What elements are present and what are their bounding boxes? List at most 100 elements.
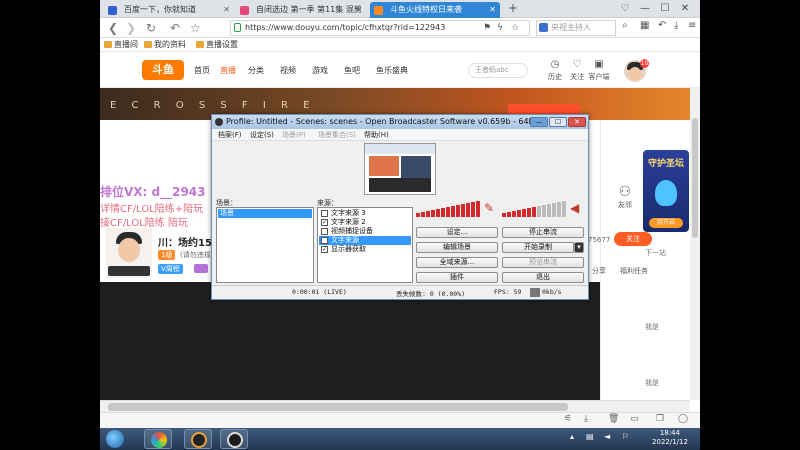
- streamer-avatar[interactable]: [106, 228, 152, 278]
- guard-button[interactable]: 待开启: [649, 218, 683, 228]
- menu-help[interactable]: 帮助(H): [364, 130, 389, 140]
- tab-baidu[interactable]: 百度一下，你就知道 ✕: [104, 2, 234, 18]
- speaker-icon[interactable]: ⚟: [564, 414, 572, 424]
- bookmark-star-icon[interactable]: ☆: [511, 21, 519, 35]
- maximize-icon[interactable]: ☐: [656, 1, 674, 16]
- desktop-volume-meter[interactable]: [502, 199, 568, 217]
- stop-stream-button[interactable]: 停止串流: [502, 227, 584, 238]
- network-icon[interactable]: ▤: [586, 432, 594, 441]
- obs-minimize-button[interactable]: —: [530, 117, 548, 127]
- bookmark-item[interactable]: 直播设置: [196, 39, 238, 50]
- shield-icon[interactable]: ⚑: [483, 21, 491, 35]
- preview-stream-button[interactable]: 预览串流: [502, 257, 584, 268]
- vertical-scrollbar[interactable]: [690, 88, 700, 400]
- obs-titlebar[interactable]: Profile: Untitled - Scenes: scenes - Ope…: [212, 115, 588, 129]
- nav-live[interactable]: 直播: [220, 65, 236, 76]
- menu-scene-collection[interactable]: 场景集合(S): [318, 130, 356, 140]
- tab-douyu[interactable]: 斗鱼火线特权日来袭 ✕: [370, 2, 500, 18]
- speaker-icon[interactable]: ◀: [570, 201, 579, 215]
- clock[interactable]: 18:44 2022/1/12: [646, 429, 694, 447]
- friends-button[interactable]: ⚇ 友邻: [609, 184, 641, 210]
- source-checkbox[interactable]: [321, 210, 328, 217]
- chevron-down-icon[interactable]: ▾: [574, 242, 584, 253]
- menu-settings[interactable]: 设定(S): [250, 130, 274, 140]
- exit-button[interactable]: 退出: [502, 272, 584, 283]
- close-icon[interactable]: ✕: [355, 2, 362, 18]
- forward-icon[interactable]: ❯: [126, 20, 136, 36]
- download-icon[interactable]: ⤓: [674, 20, 678, 31]
- nav-yuba[interactable]: 鱼吧: [344, 65, 360, 76]
- source-item[interactable]: 文字来源 3: [319, 209, 411, 218]
- obs-close-button[interactable]: ✕: [568, 117, 586, 127]
- history-button[interactable]: ◷ 历史: [544, 58, 566, 82]
- scene-item[interactable]: 场景: [218, 209, 312, 218]
- nav-video[interactable]: 视频: [280, 65, 296, 76]
- bookmark-item[interactable]: 我的资料: [144, 39, 186, 50]
- nav-category[interactable]: 分类: [248, 65, 264, 76]
- new-tab-button[interactable]: +: [508, 1, 518, 15]
- tab-video[interactable]: 自闭选边 第一季 第11集 混剪 ✕: [236, 2, 366, 18]
- star-icon[interactable]: ☆: [190, 20, 201, 36]
- close-window-icon[interactable]: ✕: [676, 1, 694, 16]
- taskbar-browser[interactable]: [144, 429, 172, 449]
- menu-scene[interactable]: 场景(P): [282, 130, 306, 140]
- plugins-button[interactable]: 插件: [416, 272, 498, 283]
- skin-icon[interactable]: ♡: [616, 1, 634, 16]
- menu-file[interactable]: 档案(F): [218, 130, 242, 140]
- douyu-search-input[interactable]: 王者蚂abc: [468, 63, 528, 78]
- tray-up-icon[interactable]: ▴: [570, 432, 574, 441]
- fan-badge[interactable]: V周榜: [158, 264, 183, 274]
- screenshot-icon[interactable]: ▭: [630, 414, 639, 424]
- window-icon[interactable]: ❐: [656, 414, 664, 424]
- microphone-icon[interactable]: ✎: [484, 201, 494, 215]
- source-checkbox[interactable]: ✓: [321, 219, 328, 226]
- share-button[interactable]: 分享: [592, 266, 606, 276]
- volume-icon[interactable]: ◄: [604, 432, 610, 441]
- nav-game[interactable]: 游戏: [312, 65, 328, 76]
- start-button[interactable]: [106, 430, 124, 448]
- close-icon[interactable]: ✕: [489, 2, 496, 18]
- follow-button[interactable]: 关注: [614, 232, 652, 246]
- nav-home[interactable]: 首页: [194, 65, 210, 76]
- welfare-task-button[interactable]: 福利任务: [620, 266, 648, 276]
- douyu-logo[interactable]: 斗鱼: [142, 60, 184, 80]
- obs-maximize-button[interactable]: ☐: [549, 117, 567, 127]
- flag-icon[interactable]: ⚐: [622, 432, 629, 441]
- taskbar-obs[interactable]: [220, 429, 248, 449]
- client-button[interactable]: ▣ 客户端: [588, 58, 610, 82]
- source-checkbox[interactable]: ✓: [321, 237, 328, 244]
- scroll-thumb[interactable]: [108, 403, 568, 411]
- close-icon[interactable]: ✕: [223, 2, 230, 18]
- search-input[interactable]: 央视主持人: [536, 20, 616, 36]
- settings-button[interactable]: 设定...: [416, 227, 498, 238]
- source-list[interactable]: 文字来源 3 ✓ 文字来源 2 视频捕捉设备 ✓ 文字来源 ✓ 显示器获取: [317, 207, 413, 283]
- source-item[interactable]: ✓ 文字来源 2: [319, 218, 411, 227]
- apps-icon[interactable]: ▦: [640, 20, 649, 31]
- source-item[interactable]: 视频捕捉设备: [319, 227, 411, 236]
- start-recording-button[interactable]: 开始录制: [502, 242, 574, 253]
- guard-altar[interactable]: 守护圣坛 待开启: [643, 150, 689, 232]
- edit-scene-button[interactable]: 编辑场景: [416, 242, 498, 253]
- source-item[interactable]: ✓ 显示器获取: [319, 245, 411, 254]
- scroll-thumb[interactable]: [692, 118, 698, 238]
- follow-header-button[interactable]: ♡ 关注: [566, 58, 588, 82]
- horizontal-scrollbar[interactable]: [100, 400, 690, 412]
- taskbar-app[interactable]: [184, 429, 212, 449]
- lightning-icon[interactable]: ϟ: [497, 21, 503, 35]
- source-item[interactable]: ✓ 文字来源: [319, 236, 411, 245]
- undo-close-icon[interactable]: ↶: [658, 20, 666, 31]
- global-sources-button[interactable]: 全域来源...: [416, 257, 498, 268]
- zoom-icon[interactable]: ◯: [678, 414, 688, 424]
- bookmark-item[interactable]: 直播间: [104, 39, 138, 50]
- menu-icon[interactable]: ≡: [688, 20, 696, 31]
- back-icon[interactable]: ❮: [108, 20, 118, 36]
- source-checkbox[interactable]: ✓: [321, 246, 328, 253]
- nav-festival[interactable]: 鱼乐盛典: [376, 65, 408, 76]
- undo-icon[interactable]: ↶: [170, 20, 180, 36]
- trash-icon[interactable]: 🗑: [608, 414, 619, 424]
- scene-list[interactable]: 场景: [216, 207, 314, 283]
- minimize-icon[interactable]: —: [636, 1, 654, 16]
- mic-volume-meter[interactable]: [416, 199, 482, 217]
- search-icon[interactable]: ⌕: [622, 20, 628, 31]
- source-checkbox[interactable]: [321, 228, 328, 235]
